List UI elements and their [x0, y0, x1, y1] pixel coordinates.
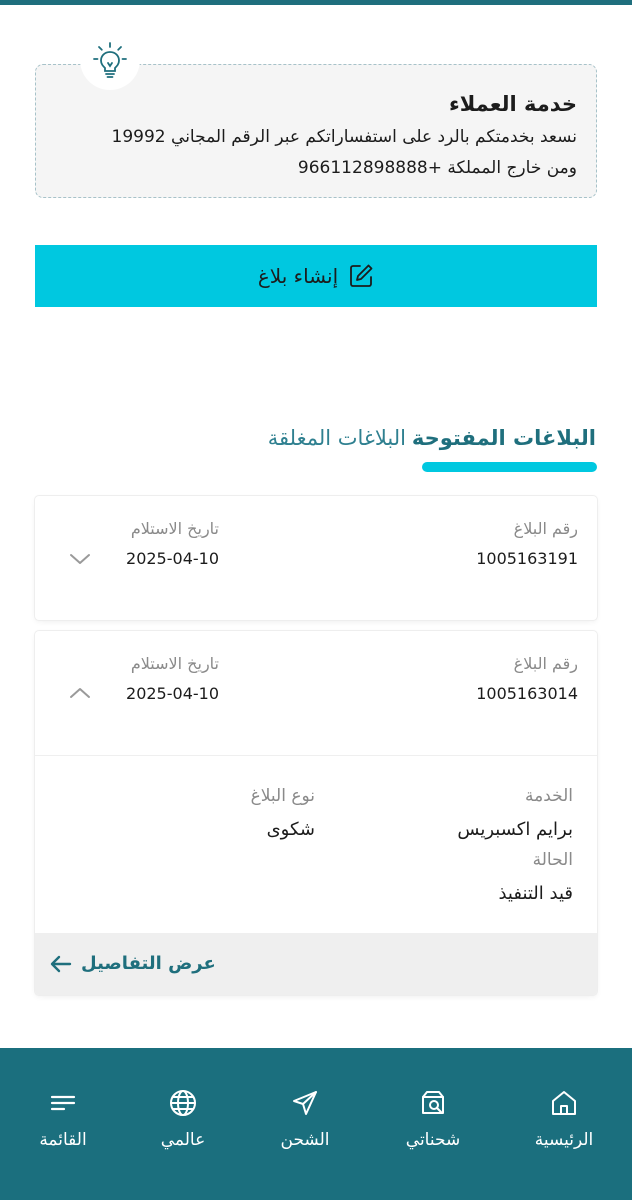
status-label: الحالة: [532, 850, 573, 870]
chevron-down-icon[interactable]: [69, 552, 91, 566]
send-icon: [293, 1091, 317, 1115]
service-label: الخدمة: [524, 786, 573, 806]
nav-menu[interactable]: القائمة: [8, 1088, 118, 1152]
report-card[interactable]: رقم البلاغ 1005163191 تاريخ الاستلام 202…: [35, 496, 597, 620]
received-date: 2025-04-10: [126, 549, 219, 568]
nav-home-label: الرئيسية: [534, 1130, 594, 1150]
nav-menu-label: القائمة: [39, 1130, 87, 1150]
customer-service-line1: نسعد بخدمتكم بالرد على استفساراتكم عبر ا…: [111, 127, 577, 147]
nav-my-shipments-label: شحناتي: [405, 1130, 461, 1150]
nav-shipping-label: الشحن: [280, 1130, 330, 1150]
tab-open-reports[interactable]: البلاغات المفتوحة: [412, 422, 596, 454]
active-tab-indicator: [422, 462, 597, 472]
received-date-label: تاريخ الاستلام: [130, 519, 219, 538]
customer-service-line2: ومن خارج المملكة +966112898888: [297, 158, 577, 178]
tab-closed-reports[interactable]: البلاغات المغلقة: [268, 422, 406, 454]
create-report-button[interactable]: إنشاء بلاغ: [35, 245, 597, 307]
view-details-label: عرض التفاصيل: [81, 953, 216, 974]
report-number: 1005163014: [476, 684, 578, 703]
nav-global-label: عالمي: [160, 1130, 206, 1150]
received-date-label: تاريخ الاستلام: [130, 654, 219, 673]
nav-my-shipments[interactable]: شحناتي: [378, 1088, 488, 1152]
status-value: قيد التنفيذ: [498, 883, 573, 904]
customer-service-title: خدمة العملاء: [448, 92, 577, 116]
report-number: 1005163191: [476, 549, 578, 568]
view-details-button[interactable]: عرض التفاصيل: [35, 933, 597, 995]
create-report-label: إنشاء بلاغ: [257, 264, 339, 288]
nav-shipping[interactable]: الشحن: [250, 1088, 360, 1152]
report-card-expanded: رقم البلاغ 1005163014 تاريخ الاستلام 202…: [35, 631, 597, 995]
report-type-label: نوع البلاغ: [250, 786, 315, 806]
menu-icon: [50, 1095, 76, 1111]
service-value: برايم اكسبريس: [457, 819, 573, 840]
report-type-value: شكوى: [266, 819, 315, 840]
home-icon: [552, 1091, 576, 1115]
lightbulb-icon: [93, 42, 127, 78]
chevron-up-icon[interactable]: [69, 686, 91, 700]
arrow-left-icon: [50, 955, 72, 973]
top-accent-bar: [0, 0, 632, 5]
lightbulb-badge: [80, 30, 140, 90]
report-number-label: رقم البلاغ: [513, 654, 578, 673]
nav-home[interactable]: الرئيسية: [509, 1088, 619, 1152]
globe-icon: [170, 1090, 196, 1116]
bottom-navigation: الرئيسية شحناتي الشحن عالمي القائمة: [0, 1048, 632, 1200]
received-date: 2025-04-10: [126, 684, 219, 703]
nav-global[interactable]: عالمي: [128, 1088, 238, 1152]
card-divider: [35, 755, 597, 756]
box-search-icon: [422, 1091, 444, 1114]
edit-icon: [350, 264, 373, 287]
report-number-label: رقم البلاغ: [513, 519, 578, 538]
